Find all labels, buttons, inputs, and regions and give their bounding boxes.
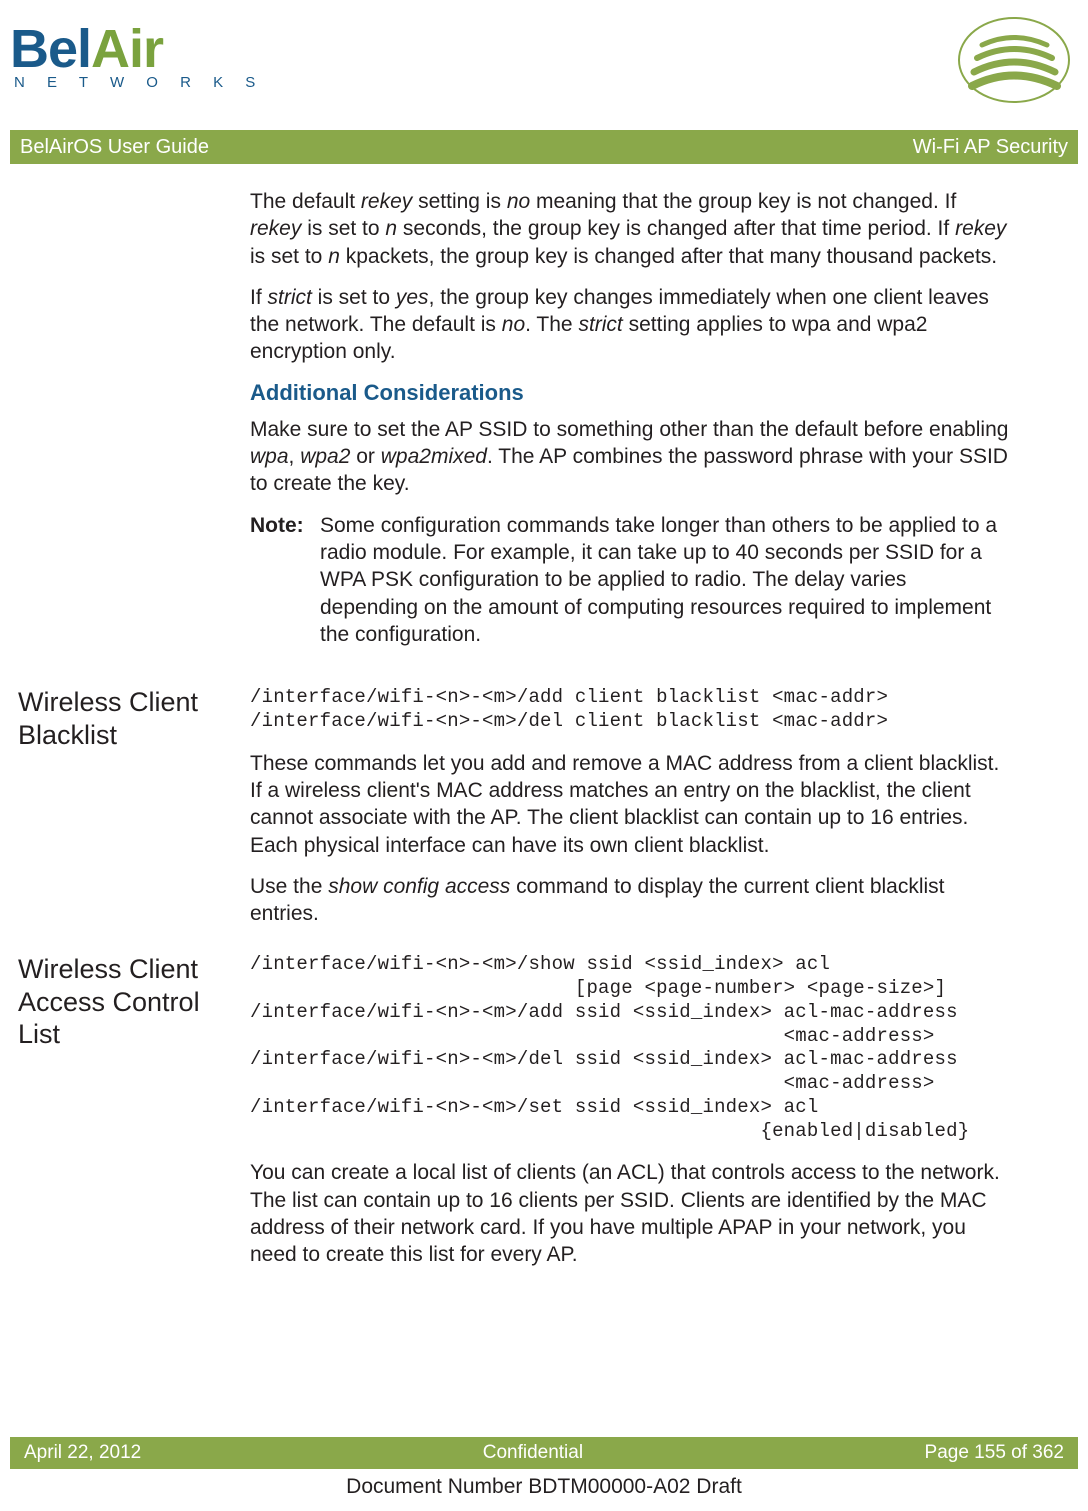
note-body: Some configuration commands take longer … bbox=[320, 512, 1010, 648]
logo-air: Air bbox=[91, 19, 163, 79]
title-left: BelAirOS User Guide bbox=[20, 136, 209, 159]
code-acl: /interface/wifi-<n>-<m>/show ssid <ssid_… bbox=[250, 953, 1010, 1143]
title-bar: BelAirOS User Guide Wi-Fi AP Security bbox=[10, 130, 1078, 164]
header: BelAir N E T W O R K S bbox=[0, 0, 1088, 130]
wifi-swoosh-icon bbox=[952, 10, 1072, 105]
document-number: Document Number BDTM00000-A02 Draft bbox=[0, 1475, 1088, 1499]
footer-bar: April 22, 2012 Confidential Page 155 of … bbox=[10, 1437, 1078, 1469]
paragraph-strict: If strict is set to yes, the group key c… bbox=[250, 284, 1010, 366]
note-label: Note: bbox=[250, 512, 320, 648]
section-heading-blacklist: Wireless Client Blacklist bbox=[18, 686, 234, 751]
note-block: Note: Some configuration commands take l… bbox=[250, 512, 1010, 648]
footer-confidential: Confidential bbox=[483, 1442, 583, 1464]
footer-page: Page 155 of 362 bbox=[925, 1442, 1064, 1464]
paragraph-additional: Make sure to set the AP SSID to somethin… bbox=[250, 416, 1010, 498]
logo-bel: Bel bbox=[10, 19, 91, 79]
logo-networks: N E T W O R K S bbox=[14, 74, 264, 91]
paragraph-acl-p1: You can create a local list of clients (… bbox=[250, 1159, 1010, 1268]
paragraph-rekey: The default rekey setting is no meaning … bbox=[250, 188, 1010, 270]
paragraph-blacklist-p2: Use the show config access command to di… bbox=[250, 873, 1010, 928]
paragraph-blacklist-p1: These commands let you add and remove a … bbox=[250, 750, 1010, 859]
company-logo: BelAir N E T W O R K S bbox=[10, 18, 264, 91]
page-container: BelAir N E T W O R K S BelAirOS User Gui… bbox=[0, 0, 1088, 1511]
footer-date: April 22, 2012 bbox=[24, 1442, 141, 1464]
subheading-additional: Additional Considerations bbox=[250, 380, 1010, 406]
content: The default rekey setting is no meaning … bbox=[0, 164, 1088, 1283]
code-blacklist: /interface/wifi-<n>-<m>/add client black… bbox=[250, 686, 1010, 734]
section-heading-acl: Wireless Client Access Control List bbox=[18, 953, 234, 1050]
title-right: Wi-Fi AP Security bbox=[913, 136, 1068, 159]
